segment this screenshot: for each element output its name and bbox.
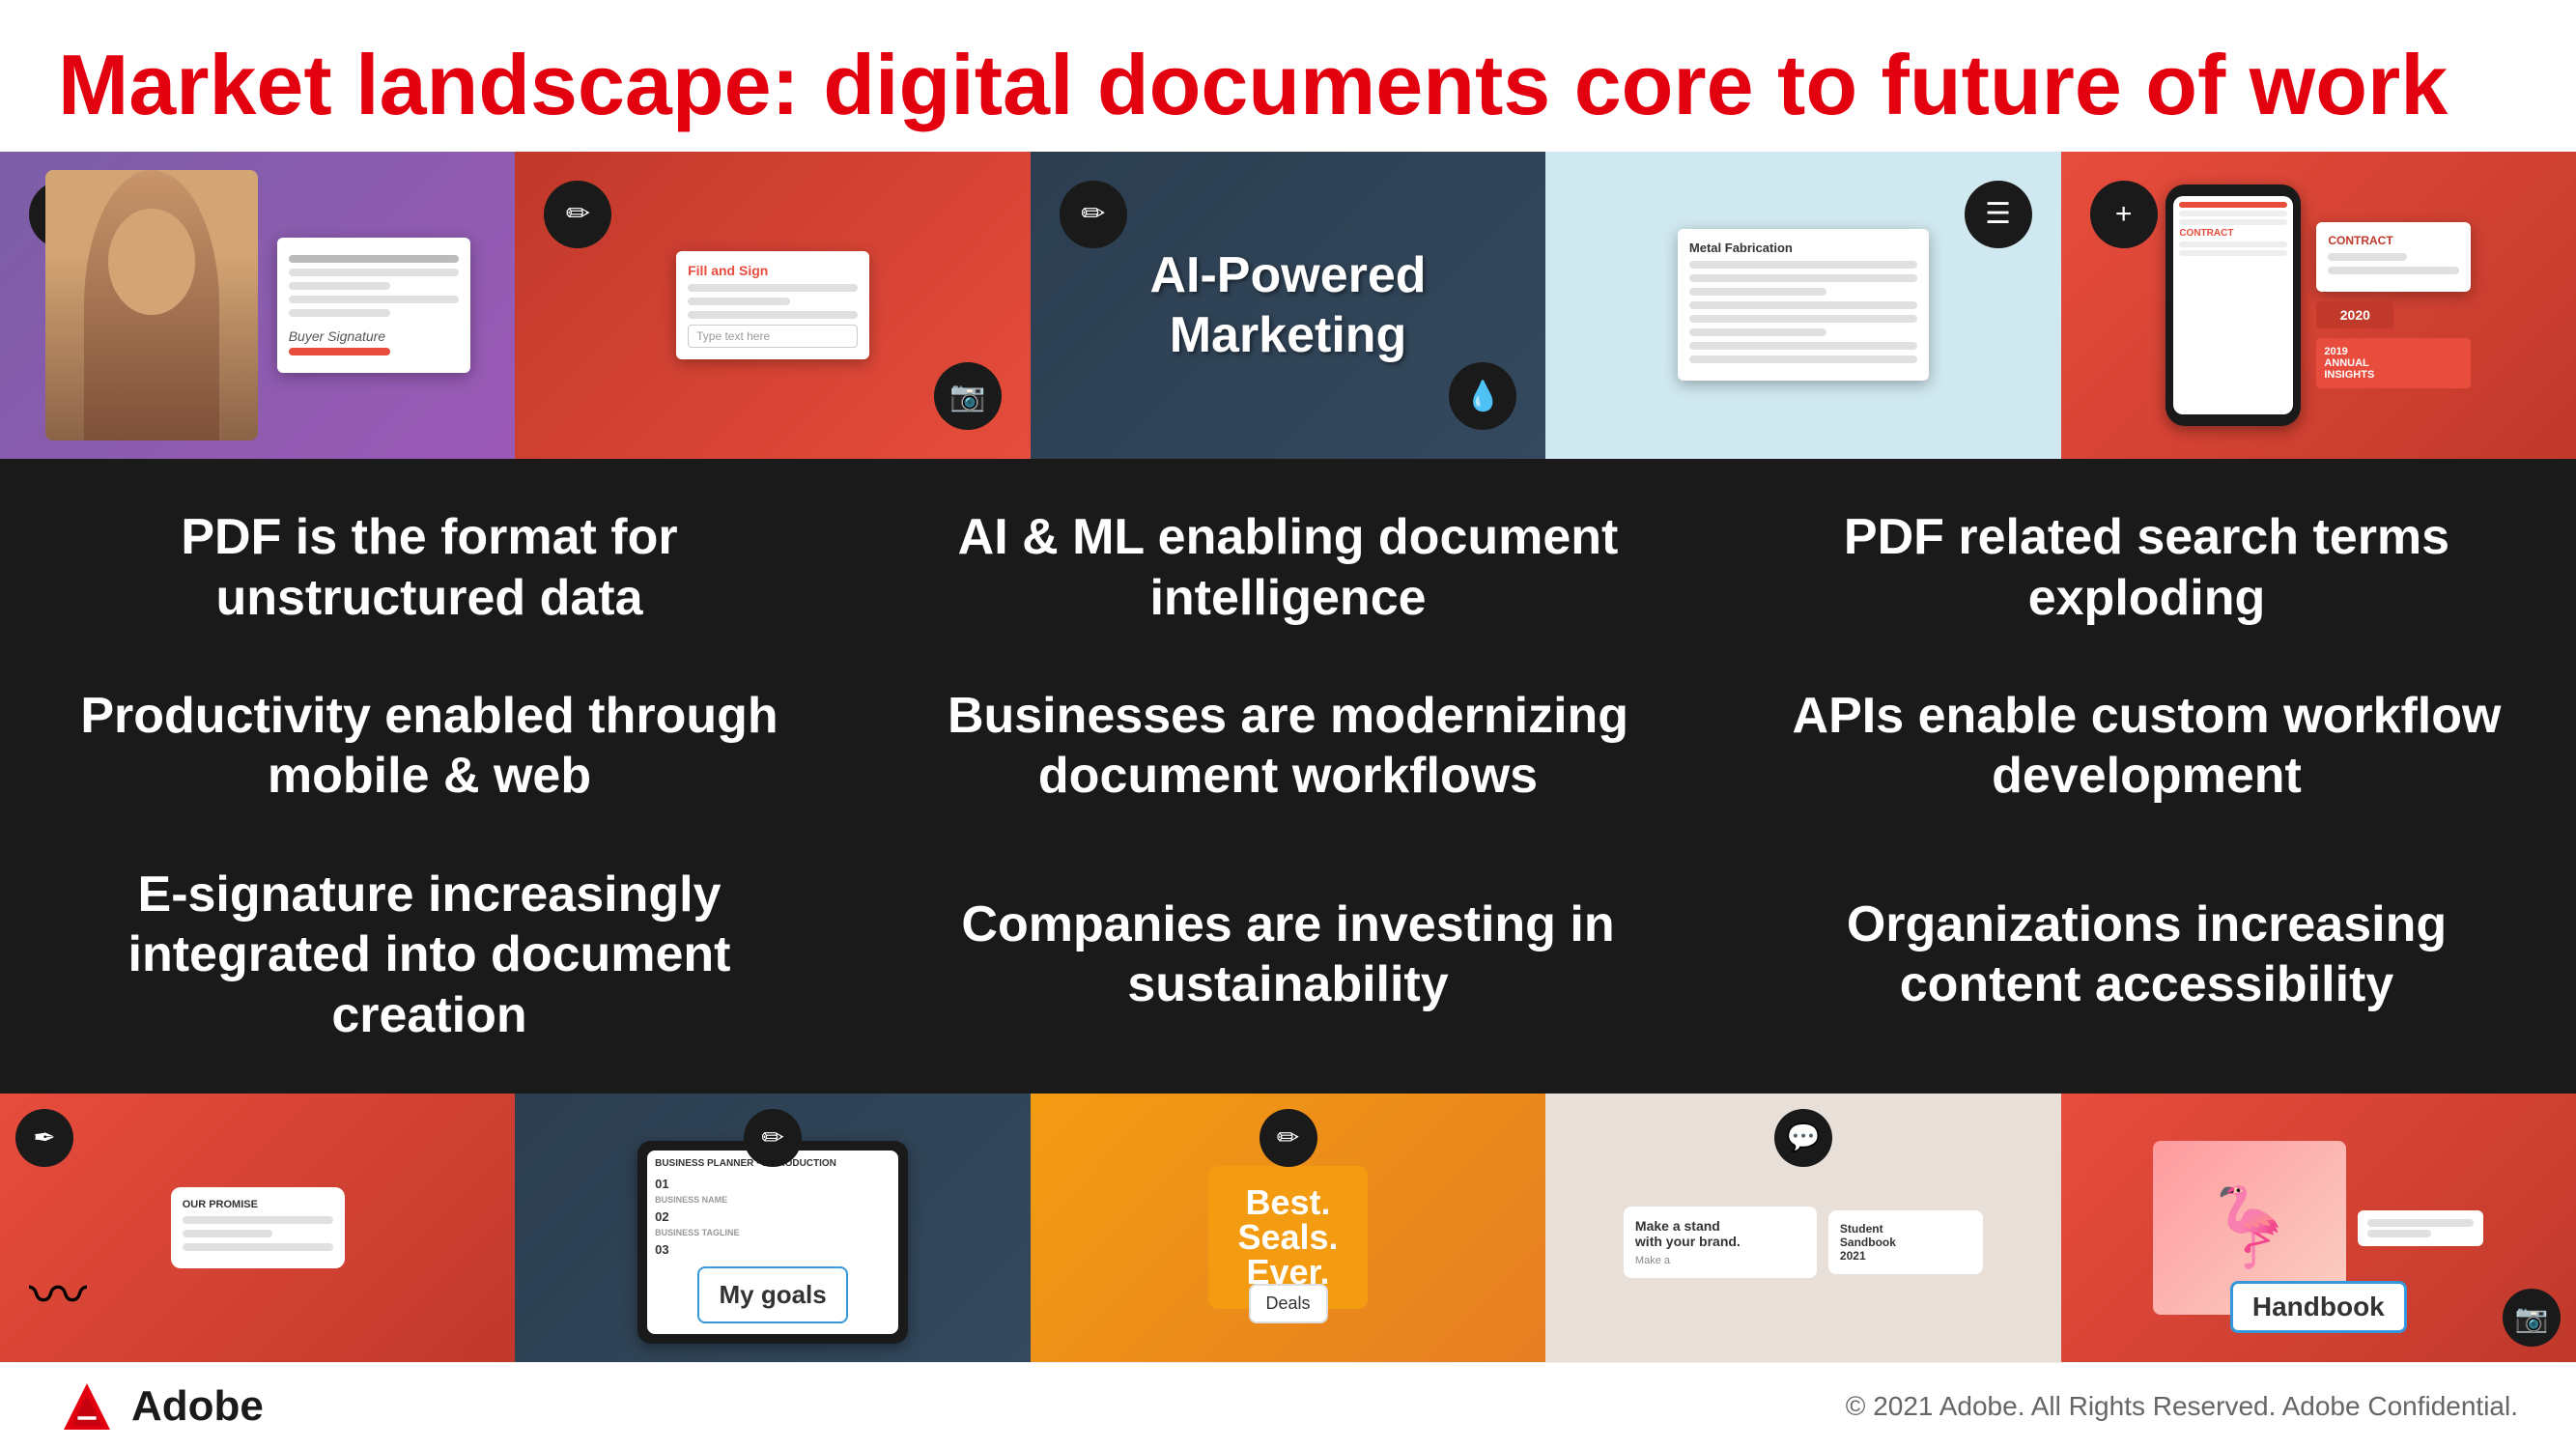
adobe-logo: Adobe	[58, 1378, 264, 1435]
header: Market landscape: digital documents core…	[0, 0, 2576, 152]
bottom-section-2: ✏ BUSINESS PLANNER · INTRODUCTION 01BUSI…	[515, 1094, 1030, 1363]
add-icon: +	[2090, 181, 2158, 248]
bottom-section-5: 🦩 Handbook 📷	[2061, 1094, 2576, 1363]
fill-icon: ✏	[544, 181, 611, 248]
top-banner: ✒ Buyer Signature ✏	[0, 152, 2576, 459]
phone-1: CONTRACT	[2166, 185, 2301, 426]
banner-section-contract: + CONTRACT CONTR	[2061, 152, 2576, 459]
insights-doc: 2019ANNUALINSIGHTS	[2316, 338, 2471, 388]
bottom-pencil-icon: ✏	[1260, 1109, 1317, 1167]
footer: Adobe © 2021 Adobe. All Rights Reserved.…	[0, 1362, 2576, 1449]
ai-text: AI-PoweredMarketing	[1149, 245, 1426, 366]
menu-icon: ☰	[1965, 181, 2032, 248]
water-icon: 💧	[1449, 362, 1516, 430]
make-stand-card: Make a standwith your brand. Make a	[1624, 1207, 1817, 1278]
page-wrapper: Market landscape: digital documents core…	[0, 0, 2576, 1449]
page-title: Market landscape: digital documents core…	[58, 39, 2518, 132]
edit-icon: ✏	[1060, 181, 1127, 248]
stat-item-11: Organizations increasing content accessi…	[1717, 866, 2576, 1044]
bottom-camera-icon: 📷	[2503, 1289, 2561, 1347]
bottom-section-3: ✏ Best.Seals.Ever. Deals	[1031, 1094, 1545, 1363]
deals-card: Deals	[1249, 1284, 1328, 1323]
stats-grid: PDF is the format for unstructured data …	[0, 459, 2576, 1094]
adobe-logo-svg	[58, 1378, 116, 1435]
student-handbook-card: StudentSandbook2021	[1828, 1210, 1983, 1274]
stat-item-8: E-signature increasingly integrated into…	[0, 836, 859, 1074]
bottom-banner: ✒ OUR PROMISE 〰 ✏ BUSINESS PLANNER · INT…	[0, 1094, 2576, 1363]
bottom-sign-icon: ✒	[15, 1109, 73, 1167]
stat-item-7: APIs enable custom workflow development	[1717, 657, 2576, 836]
contract-doc: CONTRACT	[2316, 222, 2471, 292]
side-doc	[2358, 1210, 2483, 1246]
bottom-doc-1: OUR PROMISE	[171, 1187, 345, 1268]
bottom-edit-icon: ✏	[744, 1109, 802, 1167]
stat-item-1: PDF is the format for unstructured data	[0, 478, 859, 657]
bottom-banner-inner: ✒ OUR PROMISE 〰 ✏ BUSINESS PLANNER · INT…	[0, 1094, 2576, 1363]
signature-img: 〰	[29, 1249, 87, 1333]
banner-section-fill: ✏ Fill and Sign Type text here 📷	[515, 152, 1030, 459]
adobe-logo-label: Adobe	[131, 1382, 264, 1431]
banner-section-ai: ✏ AI-PoweredMarketing 💧	[1031, 152, 1545, 459]
fill-doc: Fill and Sign Type text here	[676, 251, 869, 359]
stat-item-10: Companies are investing in sustainabilit…	[859, 866, 1717, 1044]
bottom-section-1: ✒ OUR PROMISE 〰	[0, 1094, 515, 1363]
banner-section-doc: ☰ Metal Fabrication	[1545, 152, 2060, 459]
camera-icon: 📷	[934, 362, 1002, 430]
banner-section-sign: ✒ Buyer Signature	[0, 152, 515, 459]
stat-item-5: Businesses are modernizing document work…	[859, 657, 1717, 836]
stat-item-2: AI & ML enabling document intelligence	[859, 478, 1717, 657]
person-image	[45, 170, 258, 440]
copyright-text: © 2021 Adobe. All Rights Reserved. Adobe…	[1846, 1391, 2518, 1422]
stat-item-3: PDF related search terms exploding	[1717, 478, 2576, 657]
main-doc: Metal Fabrication	[1678, 229, 1929, 381]
bottom-section-4: 💬 Make a standwith your brand. Make a St…	[1545, 1094, 2060, 1363]
bottom-chat-icon: 💬	[1774, 1109, 1832, 1167]
year-badge: 2020	[2316, 301, 2393, 328]
make-stand-area: Make a standwith your brand. Make a Stud…	[1624, 1207, 1983, 1278]
handbook-card: Handbook	[2230, 1281, 2407, 1333]
sign-doc: Buyer Signature	[277, 238, 470, 373]
stat-item-4: Productivity enabled through mobile & we…	[0, 657, 859, 836]
my-goals-card: My goals	[697, 1266, 847, 1323]
banner-content: ✒ Buyer Signature ✏	[0, 152, 2576, 459]
